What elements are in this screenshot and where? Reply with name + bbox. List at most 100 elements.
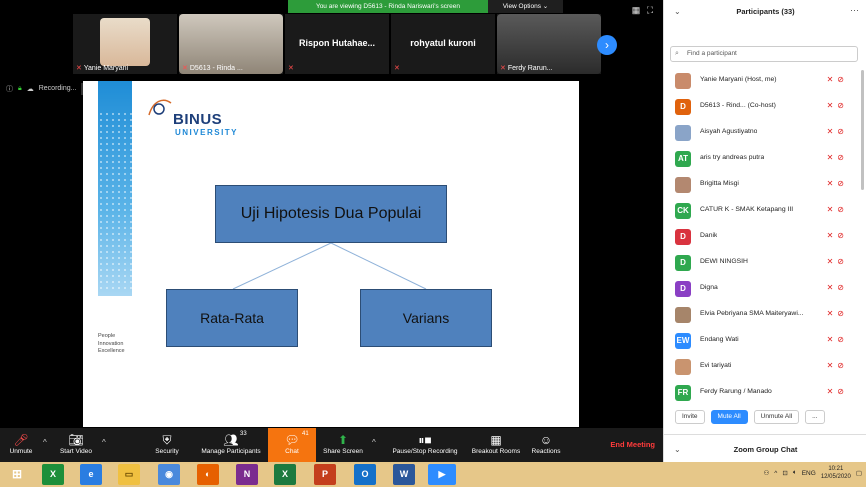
participant-row[interactable]: AT aris try andreas putra ✕⊘ — [664, 146, 860, 172]
video-options-chevron-icon[interactable]: ^ — [102, 438, 106, 447]
participants-header: ⌄ Participants (33) ⋯ — [664, 0, 866, 24]
windows-start-icon[interactable]: ⊞ — [6, 464, 28, 485]
audio-options-chevron-icon[interactable]: ^ — [43, 438, 47, 447]
thumbnail-video[interactable]: ✕ Ferdy Rarun... — [497, 14, 601, 74]
video-off-icon: ⊘ — [837, 101, 848, 110]
participant-row[interactable]: D Digna ✕⊘ — [664, 276, 860, 302]
info-icon[interactable]: ⓘ — [6, 84, 13, 94]
manage-participants-button[interactable]: 👥︎ Manage Participants 33 — [196, 431, 266, 455]
more-options-button[interactable]: ... — [805, 410, 825, 424]
participant-list-scrollbar[interactable] — [861, 70, 864, 190]
participant-row[interactable]: FR Ferdy Rarung / Manado ✕⊘ — [664, 380, 860, 406]
file-explorer-icon[interactable]: ▭ — [118, 464, 140, 485]
muted-mic-icon: ✕ — [826, 101, 838, 110]
chat-button[interactable]: 💬︎ Chat 41 — [268, 428, 316, 462]
next-thumbnails-arrow-icon[interactable]: › — [597, 35, 617, 55]
participant-status-icons: ✕⊘ — [827, 205, 848, 214]
language-indicator[interactable]: ENG — [802, 470, 816, 477]
people-icon[interactable]: ⚇ — [763, 469, 769, 477]
participant-row[interactable]: Yanie Maryani (Host, me) ✕⊘ — [664, 68, 860, 94]
view-options-button[interactable]: View Options ⌄ — [488, 0, 563, 13]
participant-avatar: D — [675, 255, 691, 271]
participant-row[interactable]: EW Endang Wati ✕⊘ — [664, 328, 860, 354]
unmute-all-button[interactable]: Unmute All — [753, 410, 800, 424]
panel-menu-icon[interactable]: ⋯ — [850, 5, 859, 16]
participant-status-icons: ✕⊘ — [827, 101, 848, 110]
participant-avatar — [675, 177, 691, 193]
participant-avatar: CK — [675, 203, 691, 219]
system-tray: ⚇ ^ ⊡ 🔈︎ ENG 10:21 12/05/2020 ▢ — [763, 465, 862, 481]
excel-app-icon[interactable]: X — [274, 464, 296, 485]
participant-row[interactable]: D D5613 - Rind... (Co-host) ✕⊘ — [664, 94, 860, 120]
mute-all-button[interactable]: Mute All — [710, 410, 748, 424]
excel-icon[interactable]: X — [42, 464, 64, 485]
thumbnail-name: ✕ Ferdy Rarun... — [500, 65, 553, 72]
participant-row[interactable]: Evi tariyati ✕⊘ — [664, 354, 860, 380]
participant-status-icons: ✕⊘ — [827, 257, 848, 266]
word-icon[interactable]: W — [393, 464, 415, 485]
speaker-view-icon[interactable]: ▦ — [631, 5, 641, 15]
participant-row[interactable]: Elvia Pebriyana SMA Maiteryawi... ✕⊘ — [664, 302, 860, 328]
participant-status-icons: ✕⊘ — [827, 153, 848, 162]
video-off-icon: ⊘ — [837, 257, 848, 266]
outlook-icon[interactable]: O — [354, 464, 376, 485]
start-video-button[interactable]: 📷︎ Start Video — [56, 432, 96, 455]
participant-search-input[interactable]: ⌕ Find a participant — [670, 46, 858, 62]
muted-mic-icon: ✕ — [826, 231, 838, 240]
muted-mic-icon: ✕ — [826, 153, 838, 162]
thumbnail-video[interactable]: ✕ D5613 - Rinda ... — [179, 14, 283, 74]
thumbnail-video[interactable]: rohyatul kuroni ✕ — [391, 14, 495, 74]
firefox-icon[interactable]: ◐ — [197, 464, 219, 485]
participant-status-icons: ✕⊘ — [827, 309, 848, 318]
participant-status-icons: ✕⊘ — [827, 179, 848, 188]
pause-stop-recording-button[interactable]: ⏸■ Pause/Stop Recording — [388, 432, 462, 455]
thumbnail-video[interactable]: Rispon Hutahae... ✕ — [285, 14, 389, 74]
thumbnail-name: ✕ D5613 - Rinda ... — [182, 65, 243, 72]
chat-header[interactable]: ⌄ Zoom Group Chat — [664, 434, 866, 462]
volume-icon[interactable]: 🔈︎ — [793, 469, 797, 477]
end-meeting-button[interactable]: End Meeting — [610, 440, 655, 449]
onenote-icon[interactable]: N — [236, 464, 258, 485]
internet-explorer-icon[interactable]: e — [80, 464, 102, 485]
participant-name: Elvia Pebriyana SMA Maiteryawi... — [700, 310, 804, 317]
powerpoint-icon[interactable]: P — [314, 464, 336, 485]
screen: You are viewing D5613 - Rinda Nariswari'… — [0, 0, 866, 487]
chrome-icon[interactable]: ◉ — [158, 464, 180, 485]
participant-row[interactable]: Aisyah Agustiyatno ✕⊘ — [664, 120, 860, 146]
lock-icon[interactable]: 🔒︎ — [18, 85, 22, 93]
breakout-rooms-button[interactable]: ▦ Breakout Rooms — [469, 432, 523, 455]
windows-taskbar: ⊞ X e ▭ ◉ ◐ N X P O W ▶ ⚇ ^ ⊡ 🔈︎ ENG 10:… — [0, 462, 866, 487]
chat-count: 41 — [302, 431, 309, 437]
reactions-button[interactable]: ☺ Reactions — [528, 432, 564, 455]
video-off-icon: ⊘ — [837, 335, 848, 344]
participant-avatar: FR — [675, 385, 691, 401]
security-button[interactable]: ⛨ Security — [150, 432, 184, 455]
network-icon[interactable]: ⊡ — [782, 469, 787, 477]
video-off-icon: ⊘ — [837, 231, 848, 240]
participant-actions: Invite Mute All Unmute All ... — [675, 410, 825, 424]
participant-name: Ferdy Rarung / Manado — [700, 388, 772, 395]
participant-row[interactable]: CK CATUR K - SMAK Ketapang III ✕⊘ — [664, 198, 860, 224]
share-screen-button[interactable]: ⬆ Share Screen — [322, 432, 364, 455]
participant-row[interactable]: D Danik ✕⊘ — [664, 224, 860, 250]
screen-share-banner: You are viewing D5613 - Rinda Nariswari'… — [288, 0, 488, 13]
share-options-chevron-icon[interactable]: ^ — [372, 438, 376, 447]
participant-row[interactable]: Brigitta Misgi ✕⊘ — [664, 172, 860, 198]
notification-icon[interactable]: ▢ — [856, 469, 862, 477]
invite-button[interactable]: Invite — [675, 410, 705, 424]
muted-mic-icon: ✕ — [826, 205, 838, 214]
participant-avatar: AT — [675, 151, 691, 167]
participant-name: Brigitta Misgi — [700, 180, 739, 187]
unmute-button[interactable]: 🎤︎ Unmute — [6, 432, 36, 455]
clock[interactable]: 10:21 12/05/2020 — [821, 465, 851, 481]
participant-row[interactable]: D DEWI NINGSIH ✕⊘ — [664, 250, 860, 276]
participants-title: Participants (33) — [736, 7, 795, 16]
participant-name: Danik — [700, 232, 718, 239]
breakout-rooms-icon: ▦ — [490, 433, 502, 447]
mean-box: Rata-Rata — [166, 289, 298, 347]
participant-avatar: D — [675, 99, 691, 115]
fullscreen-icon[interactable]: ⛶ — [645, 5, 655, 15]
zoom-icon[interactable]: ▶ — [428, 464, 456, 485]
thumbnail-video[interactable]: ✕ Yanie Maryani — [73, 14, 177, 74]
show-hidden-icons-chevron-icon[interactable]: ^ — [774, 470, 777, 477]
